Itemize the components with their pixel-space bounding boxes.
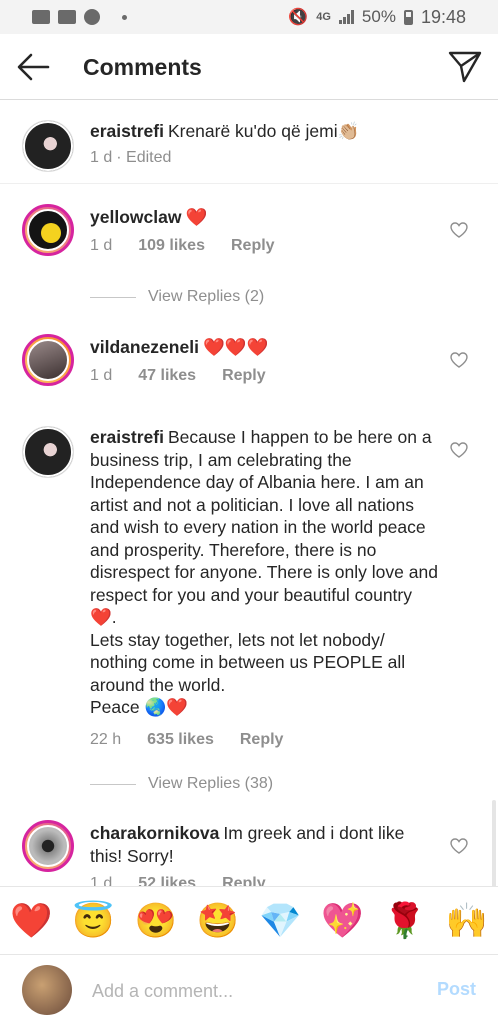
avatar[interactable] [22,204,74,256]
mute-icon: 🔇 [288,9,309,26]
avatar[interactable] [22,820,74,872]
view-replies-label: View Replies (2) [148,288,265,305]
reaction-sparkle-heart-button[interactable]: 💖 [321,904,363,938]
battery-icon [403,9,413,25]
caption-time: 1 d [90,148,113,166]
header: Comments [0,34,498,100]
comment-time: 1 d [90,236,113,254]
reply-button[interactable]: Reply [222,367,266,385]
comment-item: vildanezeneli ❤️❤️❤️ 1 d 47 likes Reply [0,334,498,386]
comment-username[interactable]: eraistrefi [90,427,164,447]
clock: 19:48 [420,6,466,27]
post-button[interactable]: Post [437,979,476,1000]
comment-username[interactable]: charakornikova [90,823,219,843]
reaction-star-eyes-button[interactable]: 🤩 [197,904,239,938]
comment-input[interactable] [90,971,394,1011]
avatar[interactable] [22,120,74,172]
view-replies-label: View Replies (38) [148,775,274,792]
caption-username[interactable]: eraistrefi [90,121,164,141]
more-notifications-icon [122,14,127,20]
status-bar: 🔇 4G 50% 19:48 [0,0,498,34]
reaction-halo-button[interactable]: 😇 [72,904,114,938]
reaction-rose-button[interactable]: 🌹 [383,904,425,938]
battery-percent: 50% [361,7,396,26]
reaction-heart-button[interactable]: ❤️ [10,904,52,938]
heart-icon[interactable] [450,442,468,458]
divider [90,783,136,785]
heart-icon[interactable] [450,352,468,368]
arrow-left-icon[interactable] [16,52,50,82]
heart-icon[interactable] [450,838,468,854]
caption: eraistrefi Krenarë ku'do që jemi👏🏼 1 d · … [0,100,498,184]
heart-icon[interactable] [450,222,468,238]
comment-item: yellowclaw ❤️ 1 d 109 likes Reply [0,204,498,256]
likes-count[interactable]: 109 likes [138,237,205,255]
likes-count[interactable]: 47 likes [138,367,196,385]
reply-button[interactable]: Reply [231,237,275,255]
comment-input-bar: Post [0,954,498,1024]
comments-list[interactable]: eraistrefi Krenarë ku'do që jemi👏🏼 1 d · … [0,100,498,886]
page-title: Comments [83,54,202,80]
paper-plane-icon[interactable] [448,50,482,84]
scrollbar[interactable] [492,800,496,886]
comment-text: ❤️ [185,207,208,227]
caption-text: Krenarë ku'do që jemi👏🏼 [167,121,360,141]
comment-time: 1 d [90,875,113,886]
messenger-icon [84,9,100,25]
comment-text: ❤️❤️❤️ [202,337,269,357]
network-type: 4G [316,11,331,23]
comment-time: 22 h [90,730,122,748]
comment-time: 1 d [90,366,113,384]
comment-username[interactable]: yellowclaw [90,207,181,227]
likes-count[interactable]: 635 likes [147,731,214,749]
comment-item: charakornikova Im greek and i dont like t… [0,820,498,886]
reply-button[interactable]: Reply [222,875,266,886]
avatar [22,965,72,1015]
comment-item: eraistrefi Because I happen to be here on… [0,426,498,749]
comment-text: Because I happen to be here on a busines… [90,427,438,717]
message-icon [58,10,76,24]
likes-count[interactable]: 52 likes [138,875,196,886]
emoji-reaction-bar: ❤️ 😇 😍 🤩 💎 💖 🌹 🙌 [0,886,498,954]
reaction-gem-button[interactable]: 💎 [259,904,301,938]
avatar[interactable] [22,426,74,478]
view-replies-button[interactable]: View Replies (38) [0,764,498,804]
edited-label: · Edited [116,148,172,166]
signal-icon [338,10,354,24]
reaction-heart-eyes-button[interactable]: 😍 [134,904,176,938]
reaction-raised-hands-button[interactable]: 🙌 [446,904,488,938]
reply-button[interactable]: Reply [240,731,284,749]
gmail-icon [32,10,50,24]
logo-icon [41,223,61,243]
comment-username[interactable]: vildanezeneli [90,337,199,357]
view-replies-button[interactable]: View Replies (2) [0,277,498,317]
avatar[interactable] [22,334,74,386]
divider [90,296,136,298]
